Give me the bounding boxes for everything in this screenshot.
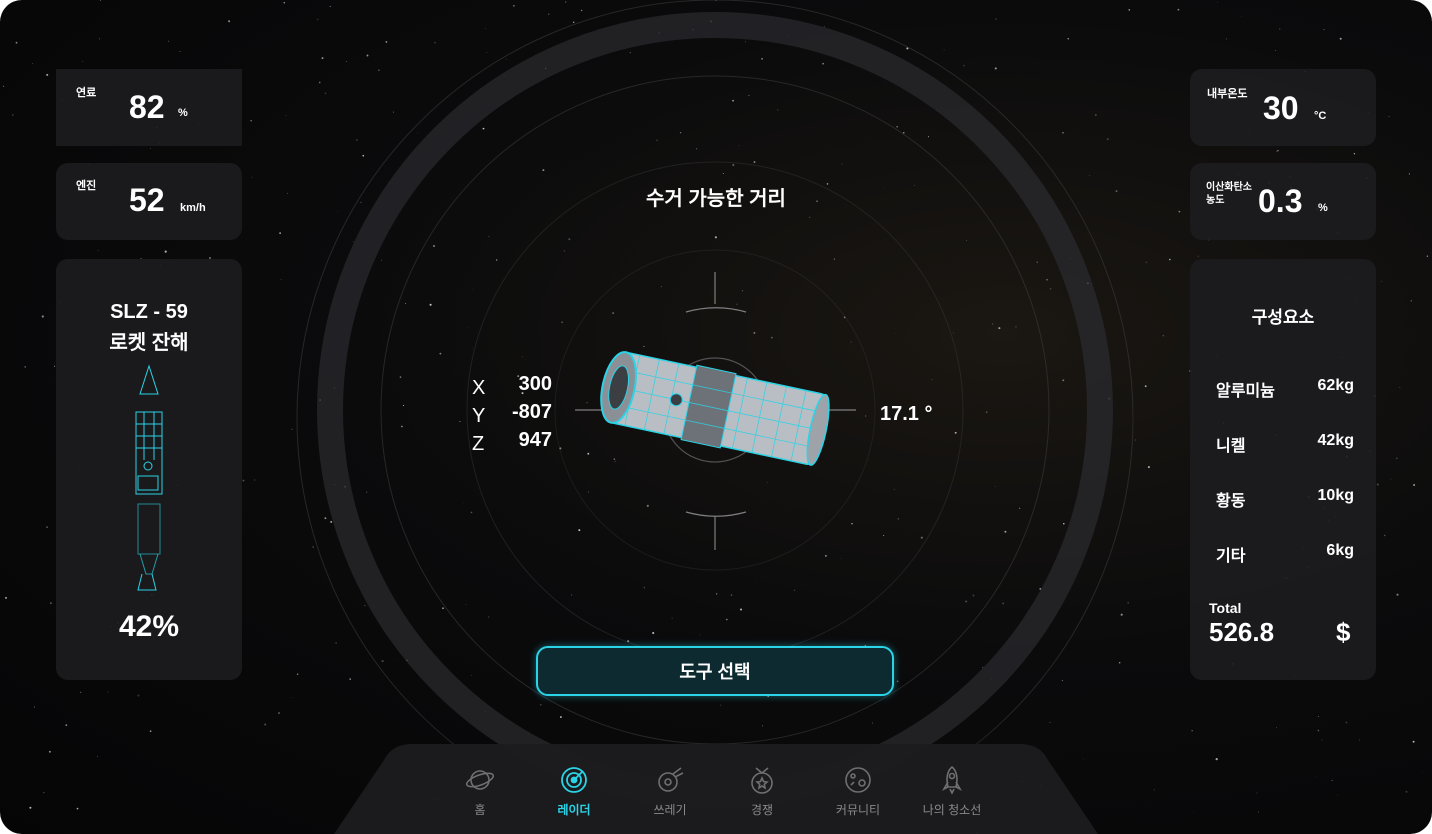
nav-trash[interactable]: 쓰레기 [630,765,710,818]
nav-trash-label: 쓰레기 [653,803,687,817]
bottom-nav-bg [334,744,1098,834]
nav-my-ship-label: 나의 청소선 [922,803,982,817]
nav-radar[interactable]: 레이더 [534,765,614,818]
nav-radar-label: 레이더 [557,803,591,817]
globe-icon [845,767,871,793]
meteor-icon [658,767,684,792]
nav-community[interactable]: 커뮤니티 [818,765,898,818]
rocket-icon [941,765,963,795]
nav-home[interactable]: 홈 [440,765,520,818]
planet-icon [465,770,495,790]
nav-community-label: 커뮤니티 [835,803,881,817]
nav-my-ship[interactable]: 나의 청소선 [912,765,992,818]
nav-competition[interactable]: 경쟁 [722,765,802,818]
nav-competition-label: 경쟁 [750,803,774,817]
nav-home-label: 홈 [474,803,486,817]
medal-icon [751,767,773,794]
app-screen: 연료 82 % 엔진 52 km/h SLZ - 59 로켓 잔해 42% 수거 [0,0,1432,834]
radar-icon [561,767,587,793]
